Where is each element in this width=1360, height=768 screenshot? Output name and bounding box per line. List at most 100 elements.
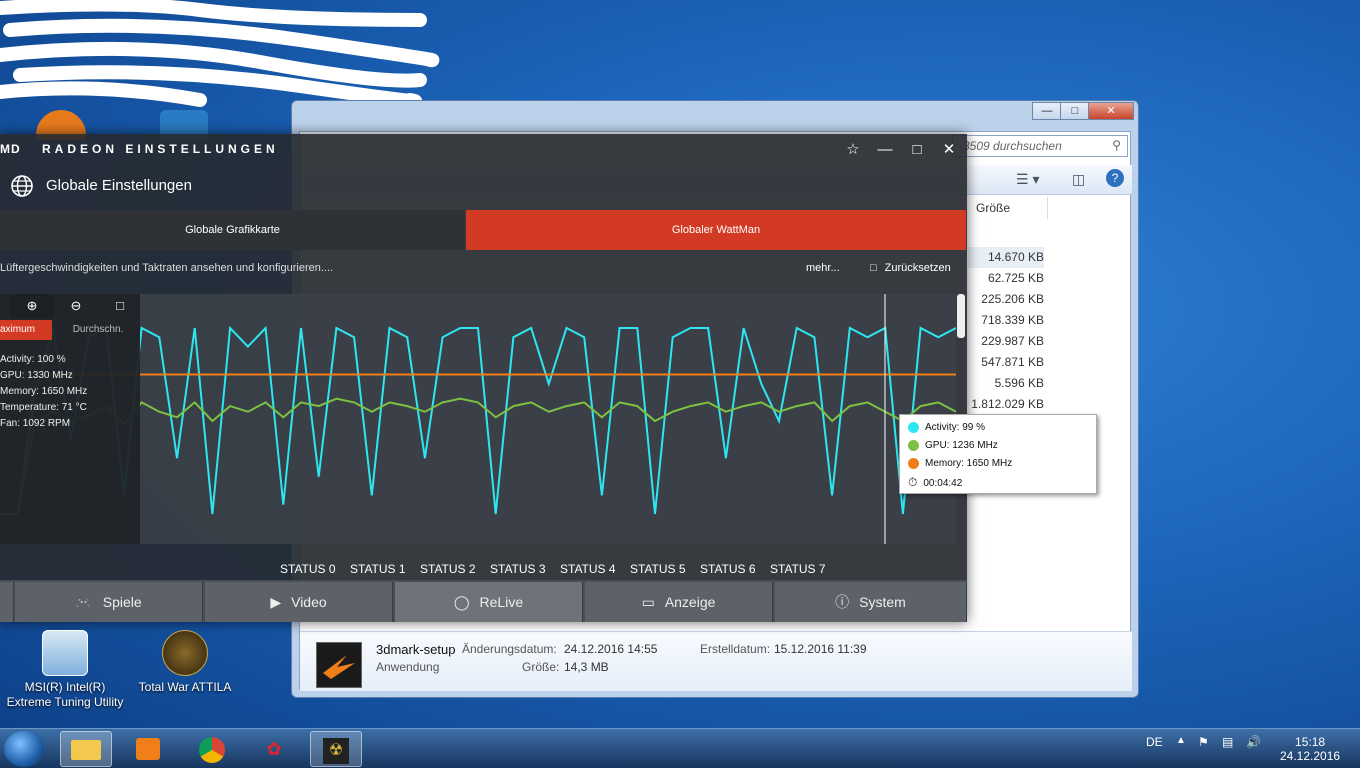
search-input[interactable]: -3509 durchsuchen ⚲ (952, 135, 1128, 157)
bottom-navigation: 🎮 Spiele ▶ Video ◯ ReLive ▭ Anzeige ⓘ System (0, 580, 967, 622)
taskbar-3dmark[interactable]: ☢ (310, 731, 362, 767)
gamepad-icon: 🎮 (75, 594, 93, 610)
view-options-icon[interactable]: ☰ ▾ (1016, 171, 1039, 188)
mode-maximum[interactable]: aximum (0, 320, 52, 340)
state-label[interactable]: STATUS 6 (700, 562, 770, 576)
taskbar-chrome[interactable] (186, 731, 238, 767)
minimize-button[interactable]: — (872, 140, 898, 160)
state-label[interactable]: STATUS 4 (560, 562, 630, 576)
tab-bar: Globale Grafikkarte Globaler WattMan (0, 210, 967, 250)
details-pane: 3dmark-setup Anwendung Änderungsdatum: 2… (300, 631, 1132, 691)
desktop-icon-xtu[interactable]: MSI(R) Intel(R) Extreme Tuning Utility (0, 630, 130, 710)
clock[interactable]: 15:18 24.12.2016 (1280, 735, 1340, 763)
stat-activity: Activity: 100 % (0, 354, 66, 365)
help-icon[interactable]: ? (1106, 169, 1124, 187)
size-cell: 1.812.029 KB (971, 397, 1044, 411)
desktop-icon-attila[interactable]: Total War ATTILA (120, 630, 250, 694)
minimize-button[interactable]: — (1032, 102, 1062, 120)
action-center-icon[interactable]: ⚑ (1198, 735, 1209, 749)
stat-temperature: Temperature: 71 °C (0, 402, 87, 413)
reset-button[interactable]: □ Zurücksetzen (870, 262, 951, 274)
scrollbar-thumb[interactable] (957, 294, 965, 338)
maximize-button[interactable]: □ (1060, 102, 1090, 120)
info-icon: ⓘ (835, 594, 850, 610)
size-cell: 14.670 KB (968, 247, 1044, 268)
state-label[interactable]: STATUS 5 (630, 562, 700, 576)
language-indicator[interactable]: DE (1146, 735, 1163, 749)
close-button[interactable]: ✕ (1088, 102, 1134, 120)
size-cell: 229.987 KB (981, 334, 1044, 348)
current-stats: Activity: 100 % GPU: 1330 MHz Memory: 16… (0, 352, 87, 432)
volume-icon[interactable]: 🔊 (1246, 735, 1261, 749)
tooltip-time: ⏱ 00:04:42 (908, 475, 963, 489)
size-cell: 718.339 KB (981, 313, 1044, 327)
size-cell: 225.206 KB (981, 292, 1044, 306)
close-button[interactable]: ✕ (936, 140, 962, 160)
taskbar-media-player[interactable] (122, 731, 174, 767)
fit-view-icon[interactable]: □ (98, 294, 142, 318)
state-label[interactable]: STATUS 0 (280, 562, 350, 576)
clock-date: 24.12.2016 (1280, 749, 1341, 763)
tab-global-graphics[interactable]: Globale Grafikkarte (0, 210, 465, 250)
mode-average[interactable]: Durchschn. (60, 320, 136, 340)
tooltip-memory: Memory: 1650 MHz (908, 455, 1088, 473)
description-text: Lüftergeschwindigkeiten und Taktraten an… (0, 262, 334, 274)
size-cell: 5.596 KB (994, 376, 1044, 390)
created-label: Erstelldatum: (700, 642, 771, 656)
radeon-title: MD RADEON EINSTELLUNGEN (0, 142, 279, 156)
amd-logo: MD (0, 142, 21, 156)
stat-memory: Memory: 1650 MHz (0, 386, 88, 397)
maximize-button[interactable]: □ (904, 140, 930, 160)
relive-icon: ◯ (453, 594, 470, 610)
nav-relive[interactable]: ◯ ReLive (395, 582, 583, 622)
state-label[interactable]: STATUS 7 (770, 562, 840, 576)
favorite-star-icon[interactable]: ☆ (840, 140, 866, 160)
play-icon: ▶ (270, 594, 282, 610)
network-icon[interactable]: ▤ (1222, 735, 1233, 749)
size-value: 14,3 MB (564, 660, 609, 674)
modified-value: 24.12.2016 14:55 (564, 642, 658, 656)
radeon-app-icon: ✿ (266, 739, 282, 759)
media-player-icon (136, 738, 160, 760)
column-header-size[interactable]: Größe (968, 197, 1048, 219)
zoom-out-icon[interactable]: ⊖ (54, 294, 98, 318)
folder-icon (71, 740, 101, 760)
taskbar-explorer[interactable] (60, 731, 112, 767)
state-label[interactable]: STATUS 2 (420, 562, 490, 576)
created-value: 15.12.2016 11:39 (774, 642, 867, 656)
taskbar-radeon[interactable]: ✿ (248, 731, 300, 767)
chart-svg (0, 294, 957, 544)
nav-display[interactable]: ▭ Anzeige (585, 582, 773, 622)
start-button[interactable] (4, 731, 44, 767)
zoom-in-icon[interactable]: ⊕ (10, 294, 54, 318)
stat-gpu: GPU: 1330 MHz (0, 370, 73, 381)
more-link[interactable]: mehr... (806, 262, 840, 274)
show-hidden-icons[interactable]: ▲ (1176, 735, 1186, 746)
nav-games[interactable]: 🎮 Spiele (15, 582, 203, 622)
stat-fan: Fan: 1092 RPM (0, 418, 71, 429)
monitor-icon: ▭ (641, 594, 655, 610)
tab-global-wattman[interactable]: Globaler WattMan (466, 210, 966, 250)
xtu-icon (42, 630, 88, 676)
radeon-settings-window: MD RADEON EINSTELLUNGEN ☆ — □ ✕ Globale … (0, 134, 967, 622)
states-row: STATUS 0 STATUS 1 STATUS 2 STATUS 3 STATUS 4… (280, 562, 840, 576)
size-column: 14.670 KB 62.725 KB 225.206 KB 718.339 KB 22… (968, 247, 1044, 415)
performance-chart (0, 294, 957, 544)
chrome-icon (199, 737, 225, 763)
radiation-icon: ☢ (323, 738, 349, 764)
search-icon[interactable]: ⚲ (1112, 138, 1121, 152)
nav-video[interactable]: ▶ Video (205, 582, 393, 622)
nav-system[interactable]: ⓘ System (775, 582, 967, 622)
modified-label: Änderungsdatum: (462, 642, 557, 656)
tooltip-activity: Activity: 99 % (908, 419, 1088, 437)
preview-pane-icon[interactable]: ◫ (1072, 171, 1085, 188)
size-label: Größe: (522, 660, 560, 674)
tooltip-gpu: GPU: 1236 MHz (908, 437, 1088, 455)
globe-icon (11, 175, 33, 197)
nav-home[interactable] (0, 582, 14, 622)
state-label[interactable]: STATUS 1 (350, 562, 420, 576)
file-name: 3dmark-setup (376, 642, 456, 657)
page-title: Globale Einstellungen (46, 177, 192, 194)
state-label[interactable]: STATUS 3 (490, 562, 560, 576)
stopwatch-icon: ⏱ (908, 475, 918, 489)
